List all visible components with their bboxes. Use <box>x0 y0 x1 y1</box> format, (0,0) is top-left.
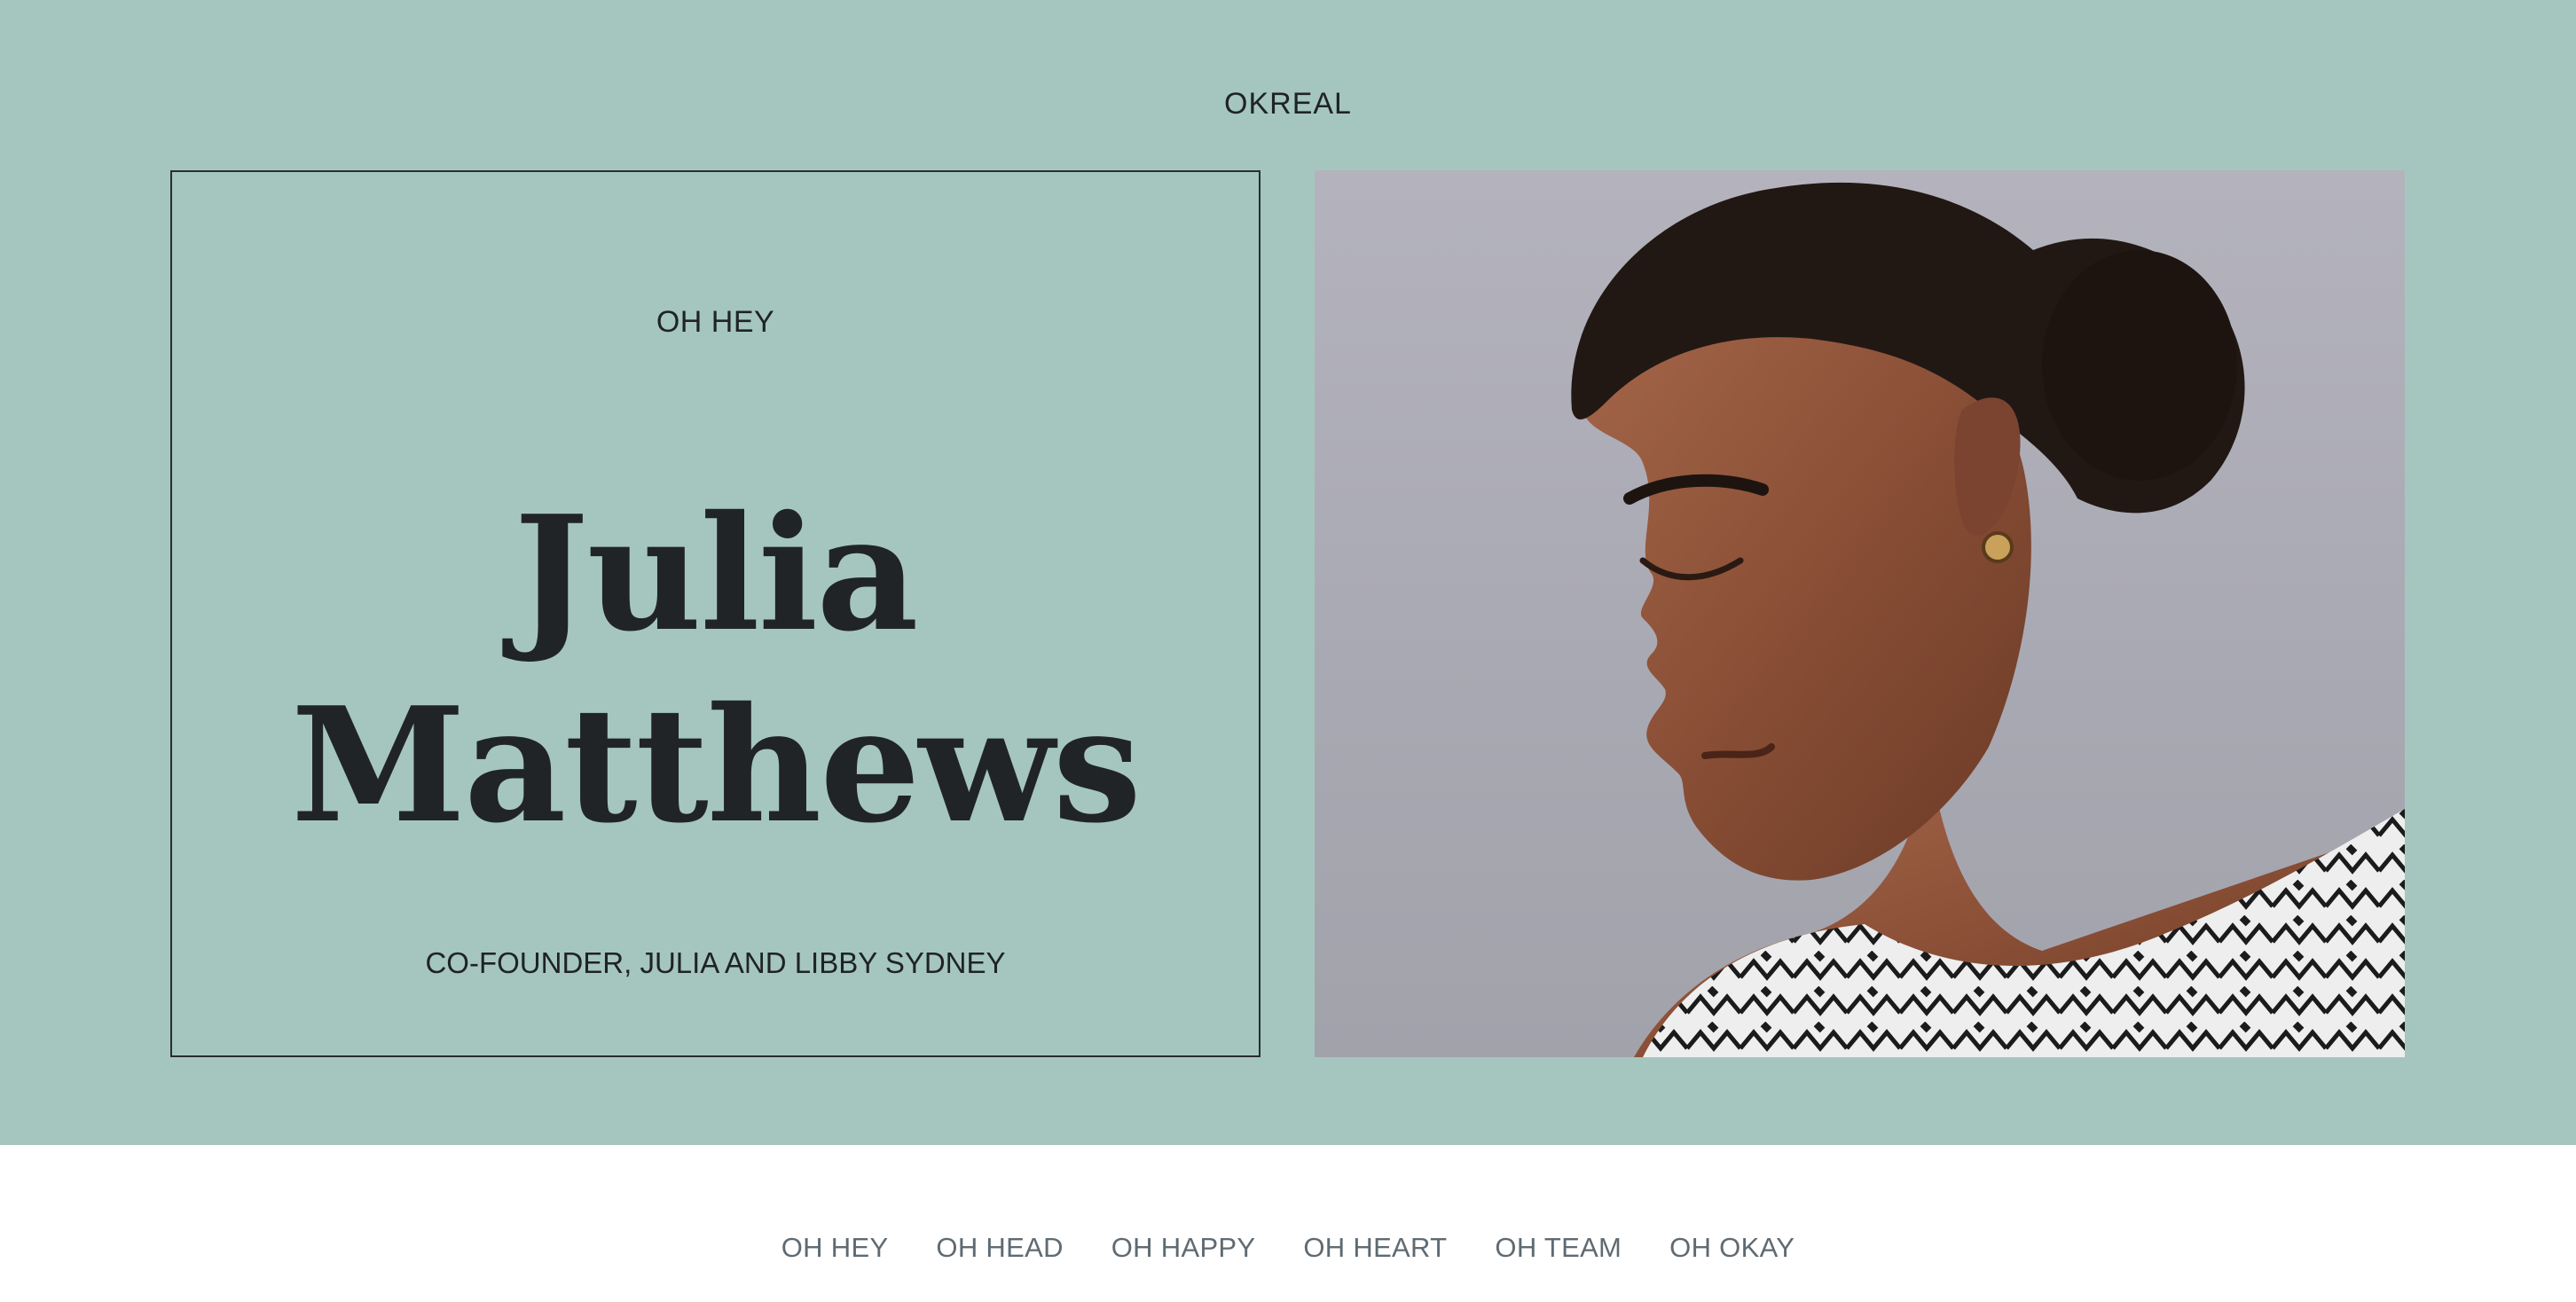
nav-item: OH HAPPY <box>1088 1232 1280 1264</box>
nav-link-oh-team[interactable]: OH TEAM <box>1495 1232 1622 1264</box>
portrait-illustration <box>1571 182 2405 1057</box>
person-role: CO-FOUNDER, JULIA AND LIBBY SYDNEY <box>425 946 1006 979</box>
footer-navigation: OH HEY OH HEAD OH HAPPY OH HEART OH TEAM… <box>0 1145 2576 1302</box>
nav-link-oh-head[interactable]: OH HEAD <box>936 1232 1063 1264</box>
nav-link-oh-hey[interactable]: OH HEY <box>781 1232 889 1264</box>
name-first: Julia <box>514 481 918 666</box>
person-name: Julia Matthews <box>172 478 1259 861</box>
nav-link-oh-happy[interactable]: OH HAPPY <box>1111 1232 1256 1264</box>
nav-item: OH TEAM <box>1471 1232 1645 1264</box>
nav-item: OH HEART <box>1279 1232 1471 1264</box>
nav-link-oh-okay[interactable]: OH OKAY <box>1669 1232 1795 1264</box>
nav-item: OH OKAY <box>1645 1232 1818 1264</box>
nav-list: OH HEY OH HEAD OH HAPPY OH HEART OH TEAM… <box>0 1232 2576 1264</box>
nav-item: OH HEAD <box>912 1232 1087 1264</box>
greeting-label: OH HEY <box>656 305 775 339</box>
nav-link-oh-heart[interactable]: OH HEART <box>1303 1232 1447 1264</box>
brand-logo-link[interactable]: OKREAL <box>0 87 2576 122</box>
name-last: Matthews <box>291 672 1142 858</box>
hero-section: OKREAL OH HEY Julia Matthews CO-FOUNDER,… <box>0 0 2576 1145</box>
profile-photo <box>1315 170 2405 1057</box>
nav-item: OH HEY <box>758 1232 913 1264</box>
intro-card: OH HEY Julia Matthews CO-FOUNDER, JULIA … <box>170 170 1261 1057</box>
